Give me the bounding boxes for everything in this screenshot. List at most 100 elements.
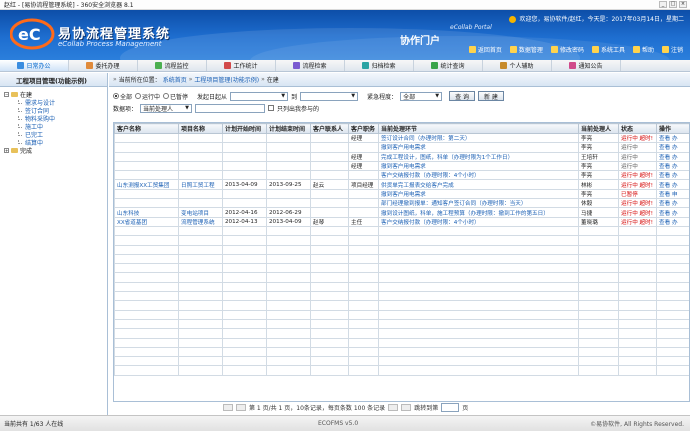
table-row[interactable]: 经理 撤到客户用电需求 李亮 运行中 查看 办: [114, 160, 689, 172]
first-page-icon[interactable]: [223, 404, 233, 411]
table-cell[interactable]: 签订设计合同（办理时限：第二天）: [378, 132, 579, 144]
table-cell[interactable]: 完成工程设计，图纸，科单（办理时限为1个工作日）: [378, 151, 579, 162]
table-cell[interactable]: 查看 办: [656, 207, 689, 218]
date-to-picker[interactable]: ▼: [300, 91, 359, 101]
breadcrumb-module[interactable]: 工程项目管理(功能示例): [194, 75, 259, 84]
radio-running[interactable]: 运行中: [135, 92, 160, 101]
last-page-icon[interactable]: [401, 404, 412, 411]
table-cell[interactable]: 客户交纳报付款（办理时限：4个小时）: [378, 216, 579, 227]
column-header[interactable]: 当前处理人: [578, 123, 619, 134]
empty-cell: [222, 244, 267, 255]
table-cell[interactable]: 查看 办: [656, 160, 689, 172]
table-row[interactable]: XX省道基团 流程管理系统 2012-04-13 2013-04-09 赵琴 主任 客户交纳…: [114, 216, 689, 227]
prev-page-icon[interactable]: [236, 404, 246, 411]
query-button[interactable]: 查 询: [449, 91, 476, 101]
table-cell[interactable]: 撤到客户用电需求: [378, 160, 579, 172]
column-header[interactable]: 客户联系人: [310, 123, 349, 134]
radio-icon: [163, 93, 170, 99]
only-mine-checkbox[interactable]: [268, 105, 275, 111]
toplink-password[interactable]: 修改密码: [548, 44, 587, 55]
nav-delegate[interactable]: 委托办理: [69, 60, 138, 71]
table-cell[interactable]: 查看 办: [656, 170, 689, 181]
tree-item-completed-work[interactable]: 已完工: [4, 130, 107, 139]
maximize-icon[interactable]: □: [669, 1, 677, 8]
column-header[interactable]: 客户职务: [348, 123, 379, 134]
table-row[interactable]: 经理 完成工程设计，图纸，科单（办理时限为1个工作日） 王培轩 运行中 查看 办: [114, 151, 689, 162]
collapse-icon[interactable]: −: [4, 91, 9, 97]
table-cell[interactable]: 部门经理撤到报单：通知客户签订合同（办理时限：当天）: [378, 198, 579, 209]
empty-cell: [656, 235, 689, 246]
date-from-picker[interactable]: ▼: [230, 91, 289, 101]
nav-stats-query[interactable]: 统计查询: [414, 60, 483, 71]
radio-paused[interactable]: 已暂停: [163, 92, 188, 101]
column-header[interactable]: 客户名称: [114, 123, 179, 134]
data-item-label: 数据项：: [113, 105, 138, 113]
column-header[interactable]: 状态: [618, 123, 657, 134]
table-cell[interactable]: 查看 办: [656, 151, 689, 162]
tree-item-design[interactable]: 需求与设计: [4, 98, 107, 107]
empty-cell: [178, 225, 223, 237]
empty-cell: [578, 337, 619, 348]
table-row[interactable]: 山东测报XX工贸集团 日照工贸工程 2013-04-09 2013-09-25 赵云 项目…: [114, 179, 689, 190]
column-header[interactable]: 计划开始时间: [222, 123, 267, 134]
table-row[interactable]: 经理 签订设计合同（办理时限：第二天） 李亮 运行中 超时! 查看 办: [114, 132, 689, 144]
table-cell[interactable]: 查看 申: [656, 188, 689, 200]
table-row[interactable]: 部门经理撤到报单：通知客户签订合同（办理时限：当天） 休毅 运行中 超时! 查看 办: [114, 198, 689, 209]
table-cell[interactable]: 查看 办: [656, 179, 689, 190]
column-header[interactable]: 当前处理环节: [378, 123, 579, 134]
nav-daily-office[interactable]: 日常办公: [0, 60, 69, 71]
new-button[interactable]: 新 建: [478, 91, 504, 101]
table-cell[interactable]: 查看 办: [656, 142, 689, 153]
column-header[interactable]: 项目名称: [178, 123, 223, 134]
empty-cell: [618, 346, 657, 358]
close-icon[interactable]: ×: [679, 1, 687, 8]
empty-cell: [222, 346, 267, 358]
table-row[interactable]: 客户交纳报付款（办理时限：4个小时） 李亮 运行中 超时! 查看 办: [114, 170, 689, 181]
table-row[interactable]: 山东科技 变电站项目 2012-04-16 2012-06-29 撤到设计图纸，科单，施…: [114, 207, 689, 218]
table-cell[interactable]: 查看 办: [656, 216, 689, 227]
nav-personal[interactable]: 个人辅助: [483, 60, 552, 71]
data-item-select[interactable]: 当前处理人 ▼: [140, 103, 193, 113]
toplink-tools[interactable]: 系统工具: [589, 44, 628, 55]
table-cell[interactable]: 查看 办: [656, 198, 689, 209]
table-cell[interactable]: 撤到客户用电需求: [378, 188, 579, 200]
toplink-logout[interactable]: 注销: [659, 44, 686, 55]
column-header[interactable]: 计划结束时间: [266, 123, 311, 134]
data-item-input[interactable]: [195, 103, 266, 113]
table-cell: 李亮: [578, 188, 619, 200]
breadcrumb-home[interactable]: 系统首页: [163, 75, 187, 84]
goto-page-input[interactable]: [441, 403, 460, 412]
empty-table-row: [114, 328, 689, 339]
table-cell[interactable]: 查看 办: [656, 132, 689, 144]
table-cell[interactable]: 撤到客户用电需求: [378, 142, 579, 153]
urgency-select[interactable]: 全部 ▼: [400, 91, 443, 101]
nav-process-search[interactable]: 流程检索: [276, 60, 345, 71]
toplink-data[interactable]: 数据管理: [507, 44, 546, 55]
nav-monitor[interactable]: 流程监控: [138, 60, 207, 71]
toplink-help[interactable]: 帮助: [630, 44, 657, 55]
table-cell[interactable]: 客户交纳报付款（办理时限：4个小时）: [378, 170, 579, 181]
next-page-icon[interactable]: [388, 404, 399, 411]
radio-all[interactable]: 全部: [113, 92, 132, 101]
logout-icon: [661, 46, 669, 53]
tree-item-construction[interactable]: 施工中: [4, 122, 107, 131]
empty-cell: [656, 337, 689, 348]
tree-node-done[interactable]: + 完成: [4, 146, 107, 155]
tree-item-purchase[interactable]: 物料采购中: [4, 114, 107, 123]
table-cell: [310, 132, 349, 144]
empty-cell: [378, 253, 579, 265]
minimize-icon[interactable]: _: [659, 1, 667, 8]
nav-notice[interactable]: 通知公告: [552, 60, 621, 71]
table-cell[interactable]: 撤到设计图纸，科单，施工程预算（办理时限：撤到工作的第五日）: [378, 207, 579, 218]
tree-node-in-progress[interactable]: − 在建: [4, 90, 107, 99]
expand-icon[interactable]: +: [4, 147, 9, 153]
nav-work-stats[interactable]: 工作统计: [207, 60, 276, 71]
table-row[interactable]: 撤到客户用电需求 李亮 已暂停 查看 申: [114, 188, 689, 200]
empty-cell: [348, 328, 379, 339]
table-row[interactable]: 撤到客户用电需求 李亮 运行中 查看 办: [114, 142, 689, 153]
nav-archive-search[interactable]: 归档检索: [345, 60, 414, 71]
table-cell[interactable]: 供货单完工报表交给客户完成: [378, 179, 579, 190]
tree-item-contract[interactable]: 签订合同: [4, 106, 107, 115]
column-header[interactable]: 操作: [656, 123, 689, 134]
toplink-home[interactable]: 返回首页: [466, 44, 505, 55]
